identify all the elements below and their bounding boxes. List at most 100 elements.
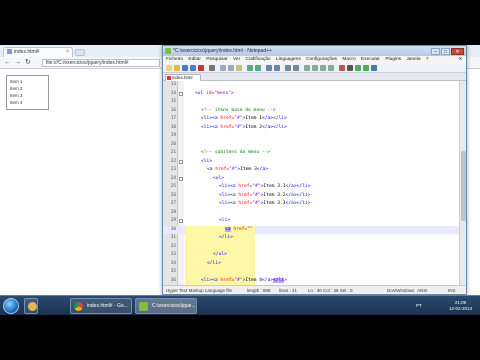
code-line[interactable]: 32 [163,242,459,251]
address-bar[interactable]: file:///C:/exercicios/jquery/index.html# [42,59,160,67]
code-line[interactable]: 21 <!-- subitens do menu --> [163,149,459,158]
minimize-button[interactable]: – [431,48,440,55]
close-document-button[interactable]: X [459,56,462,64]
run-macro-multiple-icon[interactable] [363,65,369,71]
code-line[interactable]: 26 <li><a href="#">Item 3.2</a></li> [163,192,459,201]
code-line[interactable]: 20 [163,141,459,150]
menu-executar[interactable]: Executar [361,57,380,62]
menu-ver[interactable]: Ver [233,57,240,62]
line-number: 16 [170,107,176,113]
code-line[interactable]: 25 <li><a href="#">Item 3.1</a></li> [163,183,459,192]
stop-macro-icon[interactable] [347,65,353,71]
paste-icon[interactable] [236,65,242,71]
reload-icon[interactable]: ↻ [25,59,31,67]
play-macro-icon[interactable] [355,65,361,71]
indent-guide-icon[interactable] [328,65,334,71]
code-line[interactable]: 28 [163,209,459,218]
code-line[interactable]: 22 <li> [163,158,459,167]
code-line[interactable]: 19 [163,132,459,141]
menu-plugins[interactable]: Plugins [385,57,401,62]
redo-icon[interactable] [255,65,261,71]
fold-toggle-icon[interactable] [179,91,183,96]
code-line[interactable]: 31 </li> [163,234,459,243]
vertical-scrollbar[interactable] [459,81,466,285]
copy-icon[interactable] [228,65,234,71]
menu-ficheiro[interactable]: Ficheiro [166,57,183,62]
close-file-icon[interactable] [198,65,204,71]
line-number: 25 [170,184,176,189]
menu-editar[interactable]: Editar [188,57,201,62]
code-line[interactable]: 24 <ul> [163,175,459,184]
line-number: 32 [170,243,176,249]
menu-item[interactable]: Item 3 [10,92,45,99]
system-tray: PT 21:09 12-02-2013 [416,298,476,314]
menu-macro[interactable]: Macro [342,57,355,62]
editor-title-bar[interactable]: *C:\exercicios\jquery\index.html - Notep… [163,46,466,56]
code-text: </li> [207,260,221,266]
code-line[interactable]: 13 [163,81,459,90]
menu-linguagens[interactable]: Linguagens [276,57,301,62]
menu-configuracoes[interactable]: Configurações [306,57,337,62]
code-line[interactable]: 27 <li><a href="#">Item 3.3</a></li> [163,200,459,209]
open-file-icon[interactable] [174,65,180,71]
close-tab-icon[interactable]: × [66,49,69,55]
start-button[interactable] [3,298,19,314]
save-all-icon[interactable] [190,65,196,71]
document-tab[interactable]: index.html [165,74,201,81]
zoom-out-icon[interactable] [293,65,299,71]
code-line[interactable]: 23 <a href="#">Item 3</a> [163,166,459,175]
fold-toggle-icon[interactable] [179,159,183,164]
code-line[interactable]: 15 [163,98,459,107]
menu-janela[interactable]: Janela [406,57,420,62]
back-arrow-icon[interactable]: ← [4,59,11,67]
language-indicator[interactable]: PT [416,303,422,308]
record-macro-icon[interactable] [339,65,345,71]
print-icon[interactable] [209,65,215,71]
cut-icon[interactable] [220,65,226,71]
code-line[interactable]: 17 <li><a href="#">Item 1</a></li> [163,115,459,124]
line-number: 18 [170,124,176,130]
code-line[interactable]: 36 <li><a href="#">Item 4</a></li> [163,276,459,285]
menu-pesquisar[interactable]: Pesquisar [206,57,227,62]
code-line[interactable]: 29 <li> [163,217,459,226]
word-wrap-icon[interactable] [312,65,318,71]
line-number: 26 [170,192,176,198]
code-line[interactable]: 18 <li><a href="#">Item 2</a></li> [163,124,459,133]
menu-help[interactable]: ? [426,57,429,62]
menu-item[interactable]: Item 2 [10,85,45,92]
code-line[interactable]: 35 [163,268,459,277]
code-line[interactable]: 30 <a href="" [163,225,459,234]
replace-icon[interactable] [274,65,280,71]
find-icon[interactable] [266,65,272,71]
forward-arrow-icon[interactable]: → [14,59,21,67]
menu-codificacao[interactable]: Codificação [246,57,271,62]
scrollbar-thumb[interactable] [461,151,466,221]
code-text: <li> [219,218,231,223]
code-line[interactable]: 16 <!-- itens base do menu --> [163,107,459,116]
document-tabs: index.html [163,73,466,81]
taskbar-chrome-button[interactable]: index.html# - Go... [70,298,132,314]
save-icon[interactable] [182,65,188,71]
maximize-button[interactable]: □ [441,48,450,55]
menu-item[interactable]: Item 4 [10,99,45,106]
sync-scroll-icon[interactable] [304,65,310,71]
clock[interactable]: 21:09 12-02-2013 [449,300,472,312]
zoom-in-icon[interactable] [285,65,291,71]
code-line[interactable]: 33 </ul> [163,251,459,260]
show-all-chars-icon[interactable] [320,65,326,71]
menu-item[interactable]: Item 1 [10,78,45,85]
code-editor[interactable]: 13 14 <ul id="menu"> 15 16 <!-- itens base do… [163,81,459,285]
save-macro-icon[interactable] [371,65,377,71]
new-file-icon[interactable] [166,65,172,71]
fold-toggle-icon[interactable] [179,176,183,181]
fold-toggle-icon[interactable] [179,219,183,223]
close-window-button[interactable]: ✕ [451,48,464,55]
new-tab-button[interactable] [75,49,85,56]
code-line[interactable]: 34 </li> [163,259,459,268]
line-number: 27 [170,201,176,206]
code-line[interactable]: 14 <ul id="menu"> [163,90,459,99]
undo-icon[interactable] [247,65,253,71]
taskbar-explorer-button[interactable] [24,298,38,314]
taskbar-notepad-button[interactable]: C:\exercicios\jque... [135,298,197,314]
browser-tab[interactable]: index.html# × [3,47,73,57]
